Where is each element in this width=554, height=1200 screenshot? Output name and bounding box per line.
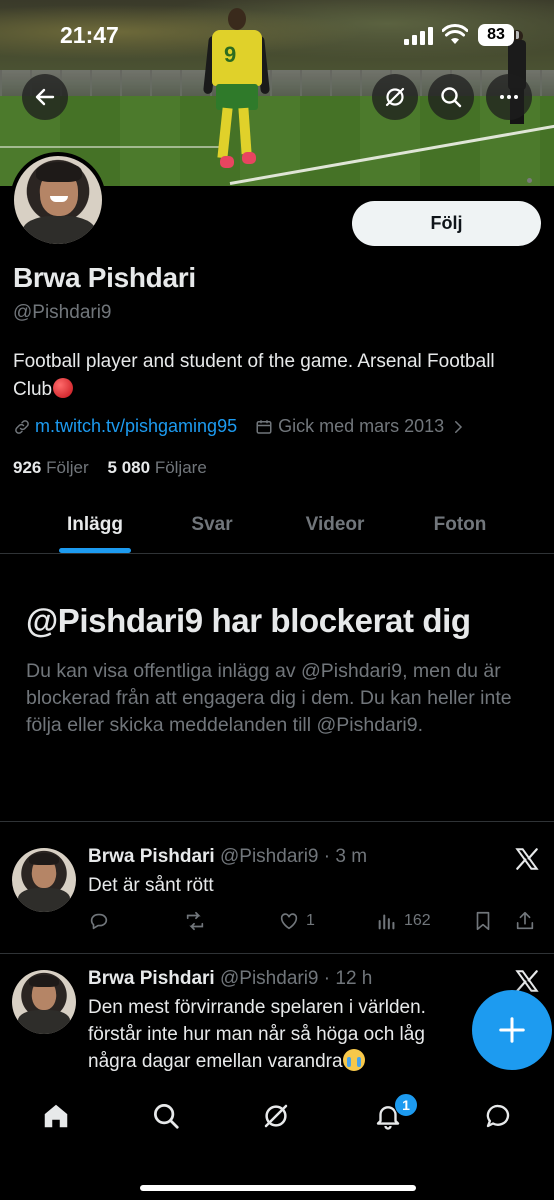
home-icon [44,1104,68,1128]
follow-button[interactable]: Följ [352,201,541,246]
bookmark-icon [476,911,490,931]
more-button[interactable] [486,74,532,120]
post-author-name[interactable]: Brwa Pishdari [88,846,215,867]
like-count: 1 [306,912,315,929]
bottom-navigation [0,1084,554,1200]
status-time: 21:47 [60,22,119,48]
post-separator: · [318,968,336,989]
reply-icon [90,913,108,930]
post-text-line: några dagar emellan varandra [88,1048,528,1075]
compose-button[interactable] [472,990,552,1070]
active-tab-indicator [59,548,131,553]
post-header: Brwa Pishdari @Pishdari9 · 12 h [88,968,372,990]
views-button[interactable]: 162 [376,910,431,932]
nav-grok[interactable] [258,1098,294,1134]
post-avatar[interactable] [12,848,76,912]
tab-videos[interactable]: Videor [280,496,390,554]
joined-date[interactable]: Gick med mars 2013 [255,416,467,437]
nav-home[interactable] [38,1098,74,1134]
bio-text: Football player and student of the game.… [13,351,495,400]
calendar-icon [256,419,272,434]
post-actions: 1 162 [88,910,538,934]
post-time: 12 h [335,968,373,989]
tab-posts[interactable]: Inlägg [40,496,150,554]
blocked-title: @Pishdari9 har blockerat dig [26,602,471,639]
nav-search[interactable] [148,1098,184,1134]
profile-avatar[interactable] [10,152,106,248]
x-logo-icon [515,848,539,870]
profile-name: Brwa Pishdari [13,262,196,293]
nav-messages[interactable] [480,1098,516,1134]
slash-circle-icon [264,1104,288,1128]
cellular-signal-icon [404,27,434,45]
post-time: 3 m [335,846,368,867]
following-link[interactable]: 926 Följer [13,458,89,477]
blocked-description: Du kan visa offentliga inlägg av @Pishda… [26,660,512,736]
link-icon [15,419,29,434]
profile-meta: m.twitch.tv/pishgaming95 Gick med mars 2… [13,416,467,437]
notifications-badge: 1 [394,1093,418,1117]
profile-link[interactable]: m.twitch.tv/pishgaming95 [35,416,237,437]
post-item[interactable]: Brwa Pishdari @Pishdari9 · 3 m Det är så… [0,822,554,953]
battery-icon: 83 [478,24,519,46]
profile-tabs: Inlägg Svar Videor Foton [0,496,554,554]
home-indicator [140,1185,416,1191]
post-author-handle: @Pishdari9 [220,968,319,989]
share-button[interactable] [514,910,536,932]
post-header: Brwa Pishdari @Pishdari9 · 3 m [88,846,367,868]
plus-icon [499,1017,525,1043]
profile-bio: Football player and student of the game.… [13,348,533,404]
chat-bubble-icon [486,1104,510,1128]
post-separator: · [318,846,336,867]
profile-handle: @Pishdari9 [13,302,112,323]
post-author-name[interactable]: Brwa Pishdari [88,968,215,989]
pitch-line [0,146,220,148]
post-avatar[interactable] [12,970,76,1034]
share-icon [516,911,534,930]
followers-count: 5 080 [107,458,151,477]
tab-replies[interactable]: Svar [162,496,262,554]
bookmark-button[interactable] [472,910,494,932]
wifi-icon [442,24,468,44]
following-label: Följer [46,458,89,477]
tab-photos[interactable]: Foton [406,496,514,554]
chevron-right-icon [455,420,463,433]
followers-label: Följare [154,458,207,477]
arrow-left-icon [35,88,55,106]
like-button[interactable]: 1 [278,910,315,932]
repost-button[interactable] [184,910,206,932]
views-count: 162 [404,912,431,929]
post-author-handle: @Pishdari9 [220,846,319,867]
more-horizontal-icon [500,95,518,99]
reply-button[interactable] [88,910,110,932]
post-text-line: förstår inte hur man når så höga och låg [88,1024,425,1045]
post-item[interactable]: Brwa Pishdari @Pishdari9 · 12 h Den mest… [0,954,554,1084]
slash-circle-icon [385,87,405,107]
red-circle-emoji [53,378,74,398]
back-button[interactable] [22,74,68,120]
grok-button[interactable] [372,74,418,120]
search-icon [154,1104,179,1129]
heart-icon [280,913,298,930]
follow-counts: 926 Följer 5 080 Följare [13,458,207,478]
repost-icon [186,911,204,931]
scroll-indicator [527,178,532,183]
post-text: Det är sånt rött [88,875,214,896]
joined-text: Gick med mars 2013 [278,416,445,436]
search-button[interactable] [428,74,474,120]
views-bar-icon [378,914,395,930]
search-icon [441,87,462,108]
following-count: 926 [13,458,42,477]
followers-link[interactable]: 5 080 Följare [108,458,207,477]
post-text: Den mest förvirrande spelaren i världen.… [88,994,528,1075]
post-text-line-content: några dagar emellan varandra [88,1051,343,1072]
status-bar: 21:47 83 [0,0,554,70]
post-text-line: Den mest förvirrande spelaren i världen. [88,997,426,1018]
crying-emoji [342,1049,365,1071]
